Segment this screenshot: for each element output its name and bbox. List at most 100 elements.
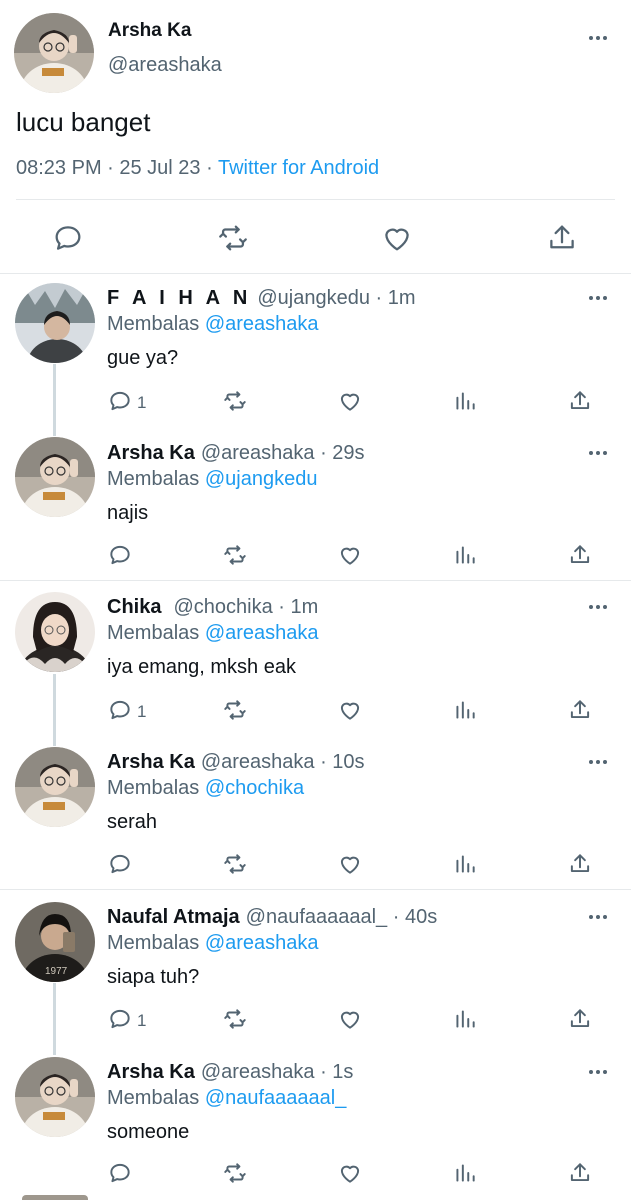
reply-icon[interactable] xyxy=(107,542,133,568)
share-icon[interactable] xyxy=(567,1160,593,1186)
analytics-icon[interactable] xyxy=(452,1160,478,1186)
reply-author-meta[interactable]: @naufaaaaaal_ · 40s xyxy=(246,906,438,928)
reply-avatar[interactable] xyxy=(15,1057,95,1137)
reply-header: Arsha Ka @areashaka · 29s xyxy=(107,442,365,465)
reply-text: gue ya? xyxy=(107,347,179,369)
thread-connector-line xyxy=(53,983,56,1055)
reply-author-name[interactable]: Arsha Ka xyxy=(107,442,195,464)
main-tweet-author-handle[interactable]: @areashaka xyxy=(108,54,222,77)
share-icon[interactable] xyxy=(567,697,593,723)
retweet-icon[interactable] xyxy=(222,1160,248,1186)
like-icon[interactable] xyxy=(337,851,363,877)
retweet-icon[interactable] xyxy=(222,1006,248,1032)
more-options-icon[interactable] xyxy=(586,595,610,619)
analytics-icon[interactable] xyxy=(452,851,478,877)
like-icon[interactable] xyxy=(337,388,363,414)
reply-author-meta[interactable]: @areashaka · 1s xyxy=(201,1061,354,1083)
reply-text: serah xyxy=(107,811,158,833)
replying-to-mention[interactable]: @areashaka xyxy=(205,313,319,335)
replying-to-line: Membalas @ujangkedu xyxy=(107,468,317,491)
reply-header: Arsha Ka @areashaka · 1s xyxy=(107,1061,353,1084)
replying-to-mention[interactable]: @areashaka xyxy=(205,932,319,954)
reply-author-name[interactable]: Arsha Ka xyxy=(107,1061,195,1083)
reply-icon[interactable] xyxy=(51,221,85,255)
reply-author-name[interactable]: Arsha Ka xyxy=(107,751,195,773)
main-tweet-text: lucu banget xyxy=(16,107,151,137)
replying-to-mention[interactable]: @chochika xyxy=(205,777,304,799)
reply-author-name[interactable]: F A I H A N xyxy=(107,287,251,309)
reply-avatar[interactable] xyxy=(15,747,95,827)
replying-to-label: Membalas xyxy=(107,932,200,954)
like-icon[interactable] xyxy=(337,1160,363,1186)
more-options-icon[interactable] xyxy=(586,441,610,465)
reply-avatar[interactable] xyxy=(15,592,95,672)
reply-icon[interactable] xyxy=(107,1006,133,1032)
reply-text: iya emang, mksh eak xyxy=(107,656,296,678)
reply-avatar[interactable] xyxy=(15,437,95,517)
share-icon[interactable] xyxy=(545,221,579,255)
svg-text:1977: 1977 xyxy=(45,966,68,977)
reply-count: 1 xyxy=(137,393,147,412)
more-options-icon[interactable] xyxy=(586,286,610,310)
retweet-icon[interactable] xyxy=(222,697,248,723)
reply-avatar[interactable] xyxy=(15,283,95,363)
reply-icon[interactable] xyxy=(107,1160,133,1186)
like-icon[interactable] xyxy=(380,221,414,255)
reply-author-name[interactable]: Naufal Atmaja xyxy=(107,906,240,928)
share-icon[interactable] xyxy=(567,1006,593,1032)
more-options-icon[interactable] xyxy=(586,1060,610,1084)
like-icon[interactable] xyxy=(337,697,363,723)
like-icon[interactable] xyxy=(337,1006,363,1032)
reply-author-meta[interactable]: @areashaka · 29s xyxy=(201,442,365,464)
retweet-icon[interactable] xyxy=(222,388,248,414)
like-icon[interactable] xyxy=(337,542,363,568)
reply-icon[interactable] xyxy=(107,697,133,723)
replying-to-label: Membalas xyxy=(107,622,200,644)
analytics-icon[interactable] xyxy=(452,1006,478,1032)
main-tweet-meta: 08:23 PM · 25 Jul 23 · Twitter for Andro… xyxy=(16,157,379,180)
thread-connector-line xyxy=(53,674,56,746)
retweet-icon[interactable] xyxy=(216,221,250,255)
share-icon[interactable] xyxy=(567,388,593,414)
replying-to-line: Membalas @chochika xyxy=(107,777,304,800)
replying-to-mention[interactable]: @naufaaaaaal_ xyxy=(205,1087,347,1109)
reply-text: siapa tuh? xyxy=(107,966,200,988)
next-reply-avatar-partial xyxy=(22,1195,88,1200)
replying-to-mention[interactable]: @areashaka xyxy=(205,622,319,644)
reply-author-name[interactable]: Chika xyxy=(107,596,161,618)
main-tweet-author-name[interactable]: Arsha Ka xyxy=(108,20,191,42)
reply-author-meta[interactable]: @areashaka · 10s xyxy=(201,751,365,773)
more-options-icon[interactable] xyxy=(586,750,610,774)
reply-header: Chika @chochika · 1m xyxy=(107,596,318,619)
replying-to-mention[interactable]: @ujangkedu xyxy=(205,468,318,490)
reply-avatar[interactable]: 1977 xyxy=(15,902,95,982)
replying-to-label: Membalas xyxy=(107,468,200,490)
replying-to-label: Membalas xyxy=(107,313,200,335)
main-tweet-avatar[interactable] xyxy=(14,13,94,93)
replying-to-line: Membalas @naufaaaaaal_ xyxy=(107,1087,346,1110)
share-icon[interactable] xyxy=(567,851,593,877)
reply-count: 1 xyxy=(137,1011,147,1030)
replying-to-line: Membalas @areashaka xyxy=(107,313,319,336)
analytics-icon[interactable] xyxy=(452,542,478,568)
reply-text: najis xyxy=(107,502,149,524)
divider xyxy=(0,273,631,274)
reply-header: Naufal Atmaja @naufaaaaaal_ · 40s xyxy=(107,906,437,929)
reply-icon[interactable] xyxy=(107,851,133,877)
analytics-icon[interactable] xyxy=(452,388,478,414)
replying-to-label: Membalas xyxy=(107,777,200,799)
reply-icon[interactable] xyxy=(107,388,133,414)
replying-to-label: Membalas xyxy=(107,1087,200,1109)
divider xyxy=(0,889,631,890)
retweet-icon[interactable] xyxy=(222,851,248,877)
more-options-icon[interactable] xyxy=(586,905,610,929)
reply-text: someone xyxy=(107,1121,190,1143)
share-icon[interactable] xyxy=(567,542,593,568)
more-options-icon[interactable] xyxy=(586,26,610,50)
reply-header: F A I H A N @ujangkedu · 1m xyxy=(107,287,416,310)
analytics-icon[interactable] xyxy=(452,697,478,723)
main-tweet-source-link[interactable]: Twitter for Android xyxy=(218,157,379,179)
retweet-icon[interactable] xyxy=(222,542,248,568)
reply-author-meta[interactable]: @ujangkedu · 1m xyxy=(257,287,415,309)
reply-author-meta[interactable]: @chochika · 1m xyxy=(173,596,318,618)
